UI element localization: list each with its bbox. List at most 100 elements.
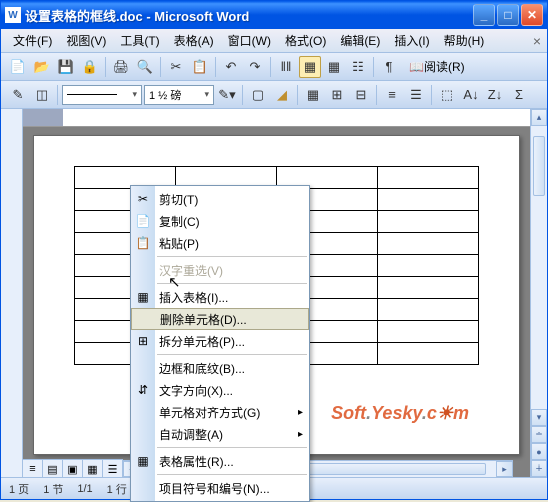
menu-file[interactable]: 文件(F) bbox=[7, 30, 58, 51]
browse-object-icon[interactable]: ● bbox=[531, 443, 547, 460]
menu-separator bbox=[157, 447, 307, 448]
cm-autofit[interactable]: 自动调整(A)▸ bbox=[131, 423, 309, 445]
scroll-up-icon[interactable]: ▴ bbox=[531, 109, 547, 126]
vertical-ruler bbox=[1, 109, 23, 477]
cm-copy[interactable]: 📄复制(C) bbox=[131, 210, 309, 232]
scroll-right-icon[interactable]: ▸ bbox=[496, 461, 513, 477]
table-icon: ▦ bbox=[134, 288, 152, 306]
watermark: Soft.Yesky.c☀m bbox=[331, 403, 469, 424]
open-icon[interactable]: 📂 bbox=[31, 56, 53, 78]
minimize-button[interactable]: _ bbox=[473, 4, 495, 26]
menu-separator bbox=[157, 354, 307, 355]
app-icon: W bbox=[5, 7, 21, 23]
new-doc-icon[interactable]: 📄 bbox=[7, 56, 29, 78]
autosum-icon[interactable]: Σ bbox=[508, 84, 530, 106]
cm-text-direction[interactable]: ⇵文字方向(X)... bbox=[131, 379, 309, 401]
status-section: 1 节 bbox=[43, 481, 63, 497]
cm-table-properties[interactable]: ▦表格属性(R)... bbox=[131, 450, 309, 472]
cm-cut[interactable]: ✂剪切(T) bbox=[131, 188, 309, 210]
print-view-icon[interactable]: ▣ bbox=[63, 460, 83, 477]
separator bbox=[297, 85, 298, 105]
align-icon[interactable]: ≡ bbox=[381, 84, 403, 106]
save-icon[interactable]: 💾 bbox=[55, 56, 77, 78]
maximize-button[interactable]: □ bbox=[497, 4, 519, 26]
sort-desc-icon[interactable]: Z↓ bbox=[484, 84, 506, 106]
split-icon: ⊞ bbox=[134, 332, 152, 350]
menu-separator bbox=[157, 283, 307, 284]
reading-layout-button[interactable]: 📖 阅读(R) bbox=[402, 56, 472, 78]
cm-bullets-numbering[interactable]: 项目符号和编号(N)... bbox=[131, 477, 309, 499]
outline-view-icon[interactable]: ▦ bbox=[83, 460, 103, 477]
print-icon[interactable]: 🖨 bbox=[110, 56, 132, 78]
border-outside-icon[interactable]: ▢ bbox=[247, 84, 269, 106]
permissions-icon[interactable]: 🔒 bbox=[79, 56, 101, 78]
scroll-down-icon[interactable]: ▾ bbox=[531, 409, 547, 426]
preview-icon[interactable]: 🔍 bbox=[134, 56, 156, 78]
vertical-scrollbar[interactable]: ▴ ▾ ∸ ● ∔ bbox=[530, 109, 547, 477]
prev-page-icon[interactable]: ∸ bbox=[531, 426, 547, 443]
cm-borders-shading[interactable]: 边框和底纹(B)... bbox=[131, 357, 309, 379]
border-color-icon[interactable]: ✎▾ bbox=[216, 84, 238, 106]
cm-delete-cells[interactable]: 删除单元格(D)... bbox=[131, 308, 309, 330]
menu-help[interactable]: 帮助(H) bbox=[438, 30, 491, 51]
separator bbox=[215, 57, 216, 77]
cm-cell-alignment[interactable]: 单元格对齐方式(G)▸ bbox=[131, 401, 309, 423]
separator bbox=[57, 85, 58, 105]
distribute-rows-icon[interactable]: ☰ bbox=[405, 84, 427, 106]
next-page-icon[interactable]: ∔ bbox=[531, 460, 547, 477]
cm-insert-table[interactable]: ▦插入表格(I)... bbox=[131, 286, 309, 308]
separator bbox=[160, 57, 161, 77]
menu-format[interactable]: 格式(O) bbox=[279, 30, 332, 51]
cm-paste[interactable]: 📋粘贴(P) bbox=[131, 232, 309, 254]
merge-cells-icon[interactable]: ⊞ bbox=[326, 84, 348, 106]
draw-table-icon[interactable]: ✎ bbox=[7, 84, 29, 106]
doc-close-icon[interactable]: × bbox=[533, 33, 541, 49]
menu-table[interactable]: 表格(A) bbox=[168, 30, 220, 51]
separator bbox=[270, 57, 271, 77]
sort-asc-icon[interactable]: A↓ bbox=[460, 84, 482, 106]
window-buttons: _ □ ✕ bbox=[473, 4, 543, 26]
undo-icon[interactable]: ↶ bbox=[220, 56, 242, 78]
menu-insert[interactable]: 插入(I) bbox=[388, 30, 435, 51]
close-button[interactable]: ✕ bbox=[521, 4, 543, 26]
submenu-arrow-icon: ▸ bbox=[298, 407, 303, 418]
titlebar: W 设置表格的框线.doc - Microsoft Word _ □ ✕ bbox=[1, 1, 547, 29]
context-menu: ✂剪切(T) 📄复制(C) 📋粘贴(P) 汉字重选(V) ▦插入表格(I)...… bbox=[130, 185, 310, 502]
shading-color-icon[interactable]: ◢ bbox=[271, 84, 293, 106]
redo-icon[interactable]: ↷ bbox=[244, 56, 266, 78]
split-cells-icon[interactable]: ⊟ bbox=[350, 84, 372, 106]
menu-window[interactable]: 窗口(W) bbox=[222, 30, 277, 51]
properties-icon: ▦ bbox=[134, 452, 152, 470]
ruler-icon[interactable]: ‖‖ bbox=[275, 56, 297, 78]
menubar: 文件(F) 视图(V) 工具(T) 表格(A) 窗口(W) 格式(O) 编辑(E… bbox=[1, 29, 547, 53]
columns-icon[interactable]: ☷ bbox=[347, 56, 369, 78]
menu-edit[interactable]: 编辑(E) bbox=[334, 30, 386, 51]
toolbar-borders: ✎ ◫ ▾ 1 ½ 磅▾ ✎▾ ▢ ◢ ▦ ⊞ ⊟ ≡ ☰ ⬚ A↓ Z↓ Σ bbox=[1, 81, 547, 109]
normal-view-icon[interactable]: ≡ bbox=[23, 460, 43, 477]
window-title: 设置表格的框线.doc - Microsoft Word bbox=[25, 6, 473, 25]
text-direction-icon: ⇵ bbox=[134, 381, 152, 399]
tables-borders-icon[interactable]: ▦ bbox=[299, 56, 321, 78]
cm-split-cells[interactable]: ⊞拆分单元格(P)... bbox=[131, 330, 309, 352]
status-pages: 1/1 bbox=[77, 483, 92, 495]
insert-table-icon[interactable]: ▦ bbox=[302, 84, 324, 106]
submenu-arrow-icon: ▸ bbox=[298, 429, 303, 440]
eraser-icon[interactable]: ◫ bbox=[31, 84, 53, 106]
reading-view-icon[interactable]: ☰ bbox=[103, 460, 123, 477]
paste-icon[interactable]: 📋 bbox=[189, 56, 211, 78]
line-weight-value: 1 ½ 磅 bbox=[149, 87, 181, 103]
menu-view[interactable]: 视图(V) bbox=[60, 30, 112, 51]
paste-icon: 📋 bbox=[134, 234, 152, 252]
line-style-combo[interactable]: ▾ bbox=[62, 85, 142, 105]
scroll-thumb-v[interactable] bbox=[533, 136, 545, 196]
autoformat-icon[interactable]: ⬚ bbox=[436, 84, 458, 106]
table-icon[interactable]: ▦ bbox=[323, 56, 345, 78]
show-marks-icon[interactable]: ¶ bbox=[378, 56, 400, 78]
horizontal-ruler[interactable] bbox=[23, 109, 530, 127]
web-view-icon[interactable]: ▤ bbox=[43, 460, 63, 477]
line-weight-combo[interactable]: 1 ½ 磅▾ bbox=[144, 85, 214, 105]
cut-icon[interactable]: ✂ bbox=[165, 56, 187, 78]
status-page: 1 页 bbox=[9, 481, 29, 497]
separator bbox=[242, 85, 243, 105]
menu-tools[interactable]: 工具(T) bbox=[114, 30, 165, 51]
